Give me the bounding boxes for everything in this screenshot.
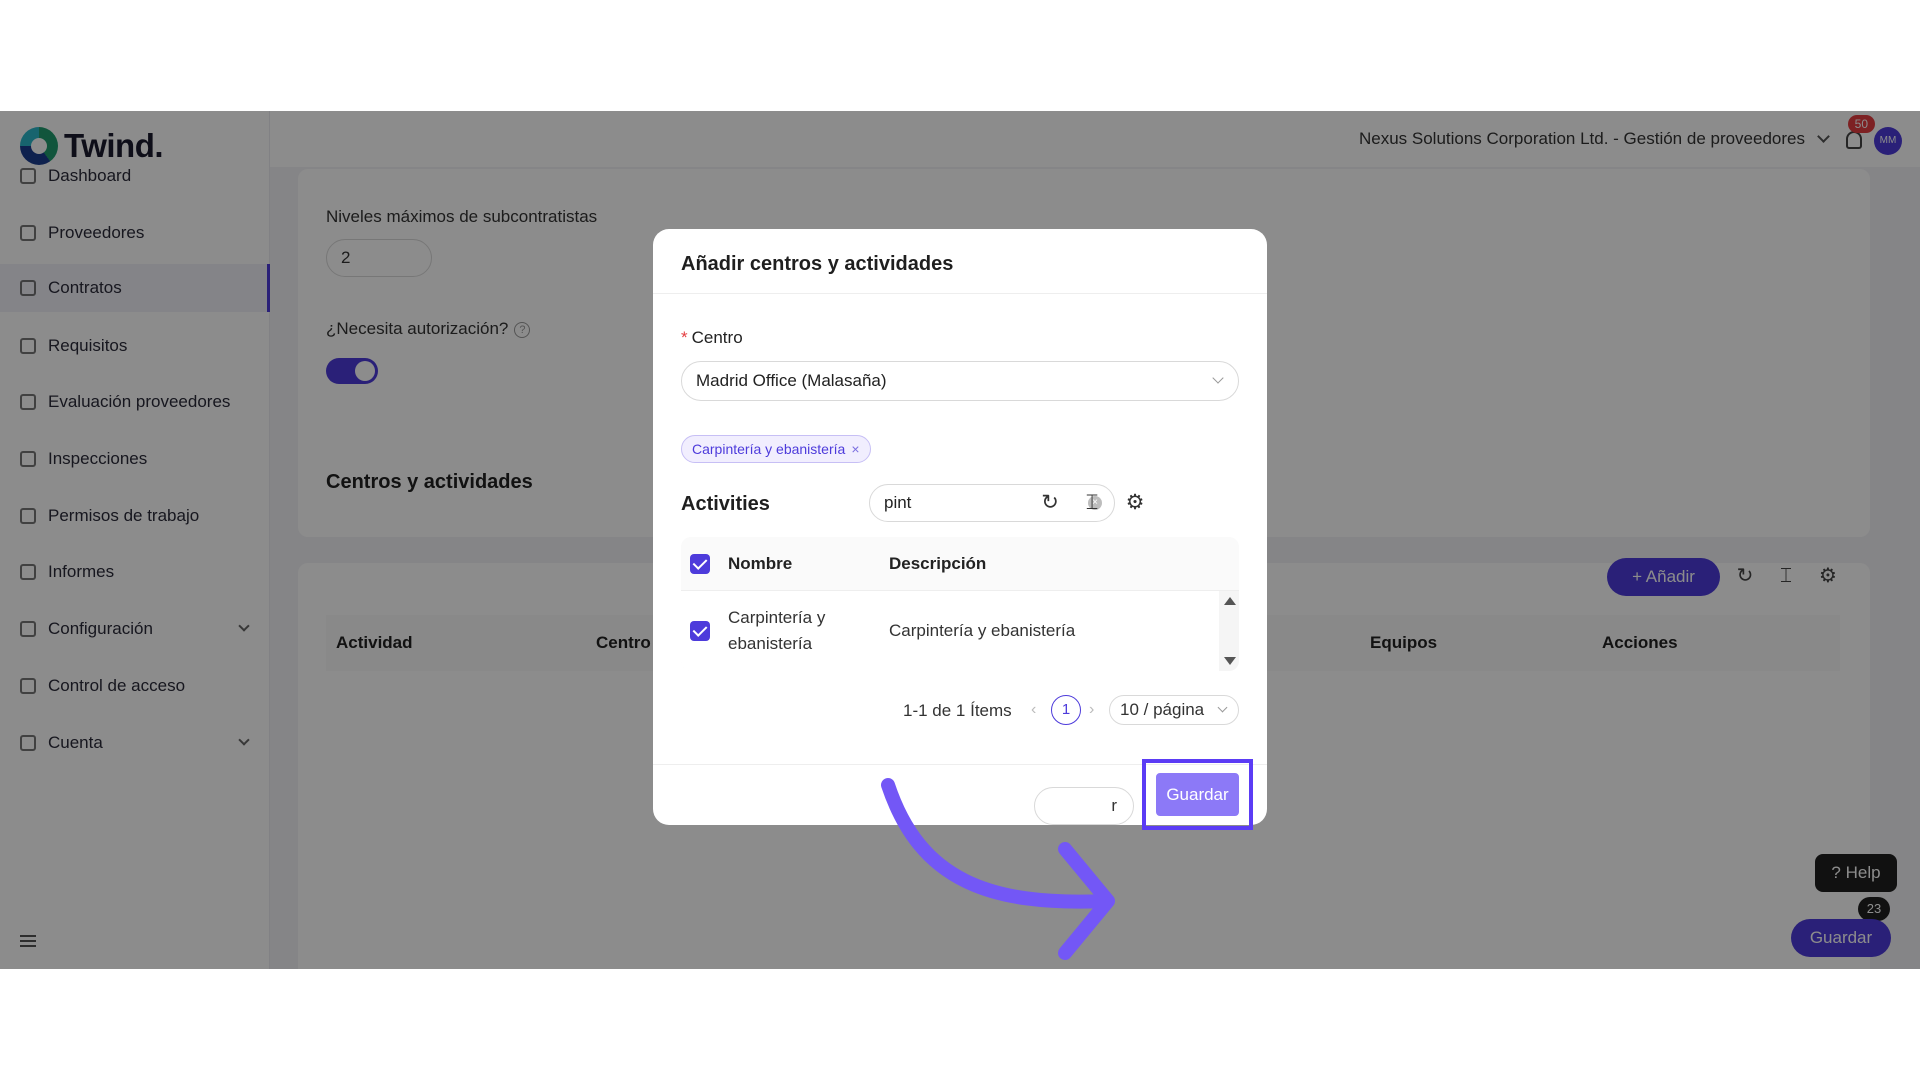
activities-title: Activities [681, 493, 770, 515]
table-header: Nombre Descripción [681, 537, 1239, 591]
row-description: Carpintería y ebanistería [889, 621, 1076, 640]
pointer-arrow-icon [881, 778, 1115, 960]
table-row[interactable]: Carpintería y ebanistería Carpintería y … [681, 591, 1219, 671]
close-icon[interactable]: × [851, 441, 859, 457]
row-checkbox[interactable] [690, 621, 710, 641]
activities-table: Nombre Descripción Carpintería y ebanist… [681, 537, 1239, 671]
scroll-down-icon[interactable] [1224, 657, 1236, 665]
chevron-down-icon [1212, 372, 1224, 384]
centro-label-text: Centro [691, 328, 743, 347]
tag-label: Carpintería y ebanistería [692, 441, 846, 457]
centro-label: * Centro [681, 328, 743, 348]
select-all-checkbox[interactable] [690, 554, 710, 574]
chevron-left-icon[interactable]: ‹ [1031, 701, 1036, 719]
activities-search-input[interactable]: pint × [869, 484, 1115, 522]
search-value: pint [884, 493, 912, 512]
page-size-select[interactable]: 10 / página [1109, 695, 1239, 725]
modal-title: Añadir centros y actividades [681, 253, 954, 275]
centro-select[interactable]: Madrid Office (Malasaña) [681, 361, 1239, 401]
gear-icon[interactable]: ⚙ [1124, 492, 1146, 514]
reload-icon[interactable]: ↻ [1039, 492, 1061, 514]
modal-save-button[interactable]: Guardar [1152, 769, 1243, 820]
chevron-right-icon[interactable]: › [1089, 701, 1094, 719]
divider [653, 293, 1267, 294]
centro-select-value: Madrid Office (Malasaña) [696, 371, 887, 390]
selected-activity-tag: Carpintería y ebanistería × [681, 435, 871, 463]
scroll-up-icon[interactable] [1224, 597, 1236, 605]
column-header: Nombre [728, 554, 793, 573]
column-height-icon[interactable]: ⌶ [1081, 492, 1103, 514]
table-scrollbar[interactable] [1219, 591, 1239, 671]
row-name: Carpintería y ebanistería [728, 608, 826, 653]
app-frame: Twind. Dashboard Proveedores Contratos R… [0, 111, 1920, 969]
page-size-value: 10 / página [1120, 700, 1205, 719]
required-mark: * [681, 328, 688, 347]
pagination-page[interactable]: 1 [1051, 695, 1081, 725]
chevron-down-icon [1217, 702, 1228, 713]
pagination-total: 1-1 de 1 Ítems [903, 701, 1012, 720]
column-header: Descripción [889, 554, 987, 573]
add-centers-modal: Añadir centros y actividades * Centro Mad… [653, 229, 1267, 825]
